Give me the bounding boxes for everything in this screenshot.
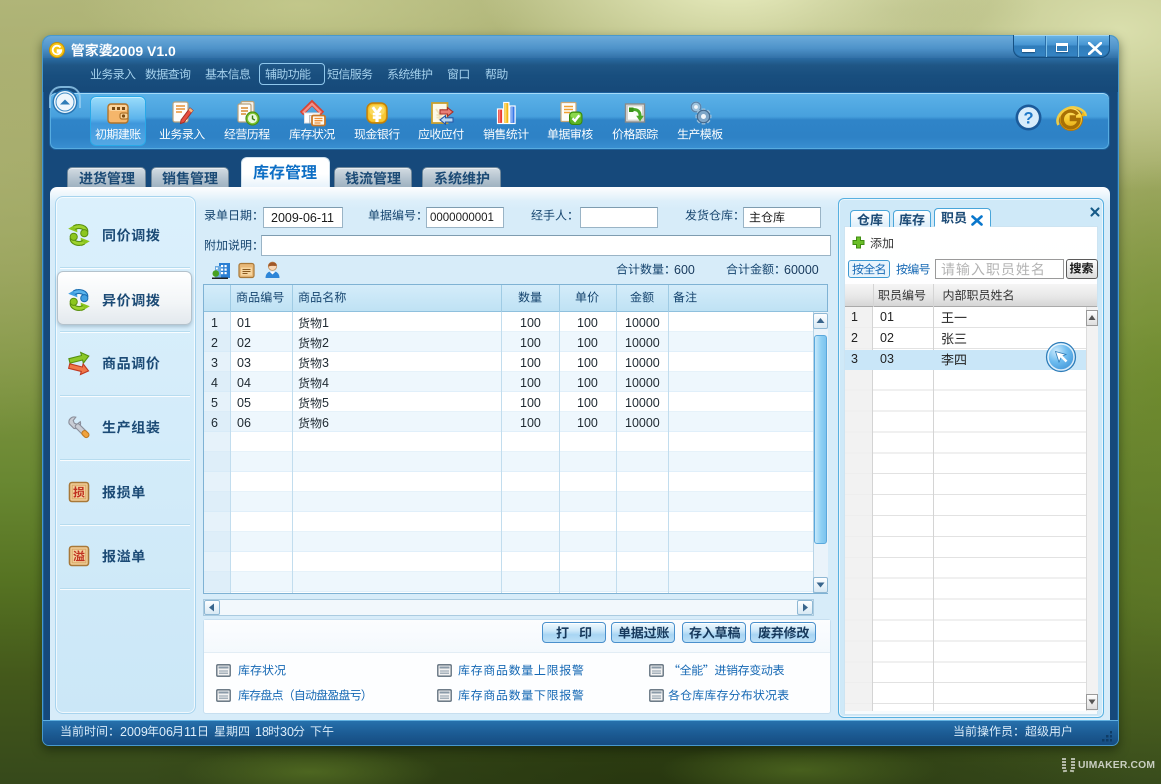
svg-text:?: ?	[1023, 110, 1033, 128]
